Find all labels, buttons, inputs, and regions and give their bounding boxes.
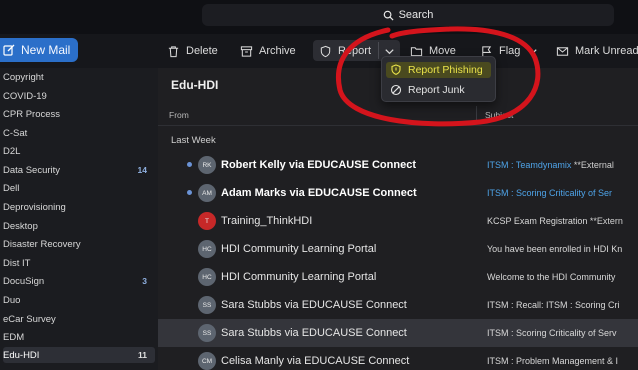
folder-item[interactable]: C-Sat bbox=[3, 125, 155, 141]
avatar: T bbox=[198, 212, 216, 230]
report-phishing-label: Report Phishing bbox=[408, 64, 483, 76]
avatar: HC bbox=[198, 268, 216, 286]
shield-icon bbox=[391, 64, 401, 75]
message-row[interactable]: HC HDI Community Learning Portal Welcome… bbox=[158, 263, 638, 291]
message-sender: Sara Stubbs via EDUCAUSE Connect bbox=[221, 327, 407, 339]
message-row[interactable]: SS Sara Stubbs via EDUCAUSE Connect ITSM… bbox=[158, 291, 638, 319]
avatar: RK bbox=[198, 156, 216, 174]
report-button[interactable]: Report bbox=[319, 42, 371, 60]
message-row[interactable]: T Training_ThinkHDI KCSP Exam Registrati… bbox=[158, 207, 638, 235]
flag-label: Flag bbox=[499, 45, 521, 57]
archive-icon bbox=[240, 45, 253, 57]
trash-icon bbox=[168, 45, 179, 57]
folder-item[interactable]: DocuSign 3 bbox=[3, 273, 155, 289]
report-menu: Report Phishing Report Junk bbox=[381, 56, 496, 102]
message-row[interactable]: HC HDI Community Learning Portal You hav… bbox=[158, 235, 638, 263]
message-sender: HDI Community Learning Portal bbox=[221, 271, 377, 283]
message-subject: You have been enrolled in HDI Kn bbox=[487, 244, 623, 254]
column-header: From Subject bbox=[158, 104, 638, 126]
archive-button[interactable]: Archive bbox=[240, 42, 296, 60]
message-sender: Robert Kelly via EDUCAUSE Connect bbox=[221, 159, 416, 171]
message-subject: ITSM : Teamdynamix **External bbox=[487, 160, 614, 170]
avatar: SS bbox=[198, 324, 216, 342]
delete-button[interactable]: Delete bbox=[167, 42, 218, 60]
folder-item[interactable]: Desktop bbox=[3, 218, 155, 234]
report-label: Report bbox=[338, 45, 372, 57]
avatar: SS bbox=[198, 296, 216, 314]
unread-indicator bbox=[187, 190, 192, 195]
folder-item[interactable]: COVID-19 bbox=[3, 88, 155, 104]
column-subject[interactable]: Subject bbox=[485, 110, 513, 120]
folder-sidebar: Copyright COVID-19 CPR Process C-Sat D2L… bbox=[0, 68, 158, 370]
chevron-down-icon bbox=[528, 48, 538, 54]
message-sender: Training_ThinkHDI bbox=[221, 215, 313, 227]
compose-icon bbox=[3, 44, 15, 56]
report-junk-label: Report Junk bbox=[408, 84, 465, 96]
folder-item[interactable]: eCar Survey bbox=[3, 311, 155, 327]
envelope-icon bbox=[556, 46, 569, 56]
folder-item[interactable]: Data Security 14 bbox=[3, 162, 155, 178]
report-divider bbox=[378, 42, 379, 59]
block-icon bbox=[390, 84, 402, 96]
folder-item[interactable]: Dist IT bbox=[3, 255, 155, 271]
message-sender: Sara Stubbs via EDUCAUSE Connect bbox=[221, 299, 407, 311]
message-sender: Celisa Manly via EDUCAUSE Connect bbox=[221, 355, 410, 367]
archive-label: Archive bbox=[259, 45, 296, 57]
folder-title: Edu-HDI bbox=[171, 78, 219, 92]
folder-item[interactable]: D2L bbox=[3, 143, 155, 159]
avatar: CM bbox=[198, 352, 216, 370]
delete-label: Delete bbox=[186, 45, 218, 57]
message-sender: HDI Community Learning Portal bbox=[221, 243, 377, 255]
message-subject: KCSP Exam Registration **Extern bbox=[487, 216, 623, 226]
message-row-selected[interactable]: SS Sara Stubbs via EDUCAUSE Connect ITSM… bbox=[158, 319, 638, 347]
message-row[interactable]: CM Celisa Manly via EDUCAUSE Connect ITS… bbox=[158, 347, 638, 370]
search-icon bbox=[383, 10, 394, 21]
folder-item[interactable]: Deprovisioning bbox=[3, 199, 155, 215]
new-mail-label: New Mail bbox=[21, 43, 71, 57]
new-mail-button[interactable]: New Mail bbox=[0, 38, 78, 62]
folder-item[interactable]: Disaster Recovery bbox=[3, 236, 155, 252]
column-divider[interactable] bbox=[476, 106, 477, 124]
report-phishing-item[interactable]: Report Phishing bbox=[386, 62, 491, 78]
folder-item[interactable]: Copyright bbox=[3, 69, 155, 85]
folder-item[interactable]: Duo bbox=[3, 292, 155, 308]
folder-item[interactable]: CPR Process bbox=[3, 106, 155, 122]
message-sender: Adam Marks via EDUCAUSE Connect bbox=[221, 187, 417, 199]
avatar: AM bbox=[198, 184, 216, 202]
shield-icon bbox=[320, 45, 331, 57]
column-from[interactable]: From bbox=[169, 110, 189, 120]
message-row[interactable]: AM Adam Marks via EDUCAUSE Connect ITSM … bbox=[158, 179, 638, 207]
message-subject: ITSM : Scoring Criticality of Ser bbox=[487, 188, 613, 198]
folder-item[interactable]: EDM bbox=[3, 329, 155, 345]
mark-unread-label: Mark Unread bbox=[575, 45, 638, 57]
folder-item-selected[interactable]: Edu-HDI 11 bbox=[3, 347, 155, 363]
report-junk-item[interactable]: Report Junk bbox=[390, 82, 465, 98]
message-row[interactable]: RK Robert Kelly via EDUCAUSE Connect ITS… bbox=[158, 151, 638, 179]
folder-item[interactable]: Dell bbox=[3, 180, 155, 196]
avatar: HC bbox=[198, 240, 216, 258]
search-label: Search bbox=[398, 9, 434, 21]
unread-indicator bbox=[187, 162, 192, 167]
message-subject: ITSM : Recall: ITSM : Scoring Cri bbox=[487, 300, 620, 310]
message-subject: ITSM : Problem Management & I bbox=[487, 356, 619, 366]
message-subject: ITSM : Scoring Criticality of Serv bbox=[487, 328, 617, 338]
mark-unread-button[interactable]: Mark Unread bbox=[556, 42, 638, 60]
group-header: Last Week bbox=[171, 135, 216, 146]
search-box[interactable]: Search bbox=[202, 4, 614, 26]
message-subject: Welcome to the HDI Community bbox=[487, 272, 616, 282]
